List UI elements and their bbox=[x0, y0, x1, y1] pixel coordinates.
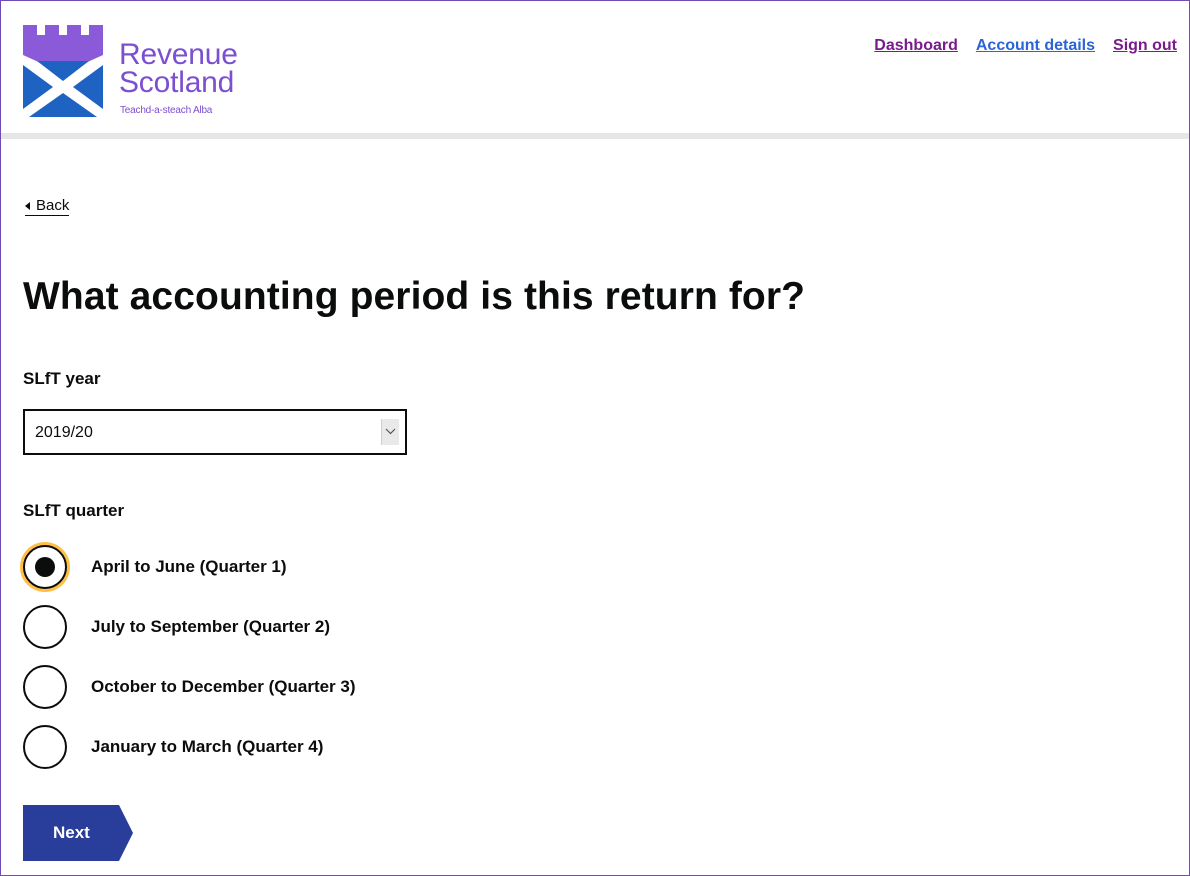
page-frame: Revenue Scotland Teachd-a-steach Alba Da… bbox=[0, 0, 1190, 876]
quarter-2-radio[interactable] bbox=[23, 605, 67, 649]
quarter-4-label: January to March (Quarter 4) bbox=[91, 737, 324, 756]
logo-wordmark: Revenue Scotland bbox=[119, 38, 238, 99]
quarter-1-label: April to June (Quarter 1) bbox=[91, 557, 287, 576]
page-title: What accounting period is this return fo… bbox=[23, 275, 806, 318]
logo-tagline: Teachd-a-steach Alba bbox=[120, 105, 213, 116]
quarter-2-label: July to September (Quarter 2) bbox=[91, 617, 331, 636]
logo-line2: Scotland bbox=[119, 66, 235, 99]
year-select[interactable]: 2019/20 bbox=[23, 409, 407, 455]
quarter-3-radio[interactable] bbox=[23, 665, 67, 709]
nav-dashboard-link[interactable]: Dashboard bbox=[874, 37, 958, 55]
nav-account-details-link[interactable]: Account details bbox=[976, 37, 1095, 55]
chevron-down-icon bbox=[381, 419, 399, 445]
logo-emblem-icon bbox=[23, 25, 103, 117]
header-divider bbox=[1, 133, 1189, 139]
back-link[interactable]: Back bbox=[25, 197, 70, 216]
nav-sign-out-link[interactable]: Sign out bbox=[1113, 37, 1177, 55]
quarter-option-1[interactable]: April to June (Quarter 1) bbox=[23, 543, 287, 591]
revenue-scotland-logo[interactable]: Revenue Scotland Teachd-a-steach Alba bbox=[23, 25, 263, 121]
quarter-label: SLfT quarter bbox=[23, 501, 125, 520]
quarter-4-radio[interactable] bbox=[23, 725, 67, 769]
header-nav: Dashboard Account details Sign out bbox=[874, 37, 1177, 55]
back-arrow-icon bbox=[25, 201, 30, 210]
quarter-option-2[interactable]: July to September (Quarter 2) bbox=[23, 603, 330, 651]
back-label: Back bbox=[36, 197, 70, 214]
next-button-label: Next bbox=[53, 823, 90, 842]
site-header: Revenue Scotland Teachd-a-steach Alba Da… bbox=[1, 1, 1189, 133]
quarter-option-3[interactable]: October to December (Quarter 3) bbox=[23, 663, 356, 711]
logo-line1: Revenue bbox=[119, 38, 238, 71]
year-select-value: 2019/20 bbox=[35, 424, 93, 441]
quarter-1-radio[interactable] bbox=[23, 545, 67, 589]
quarter-3-label: October to December (Quarter 3) bbox=[91, 677, 356, 696]
year-label: SLfT year bbox=[23, 369, 101, 388]
next-button[interactable]: Next bbox=[23, 805, 135, 861]
quarter-option-4[interactable]: January to March (Quarter 4) bbox=[23, 723, 323, 771]
